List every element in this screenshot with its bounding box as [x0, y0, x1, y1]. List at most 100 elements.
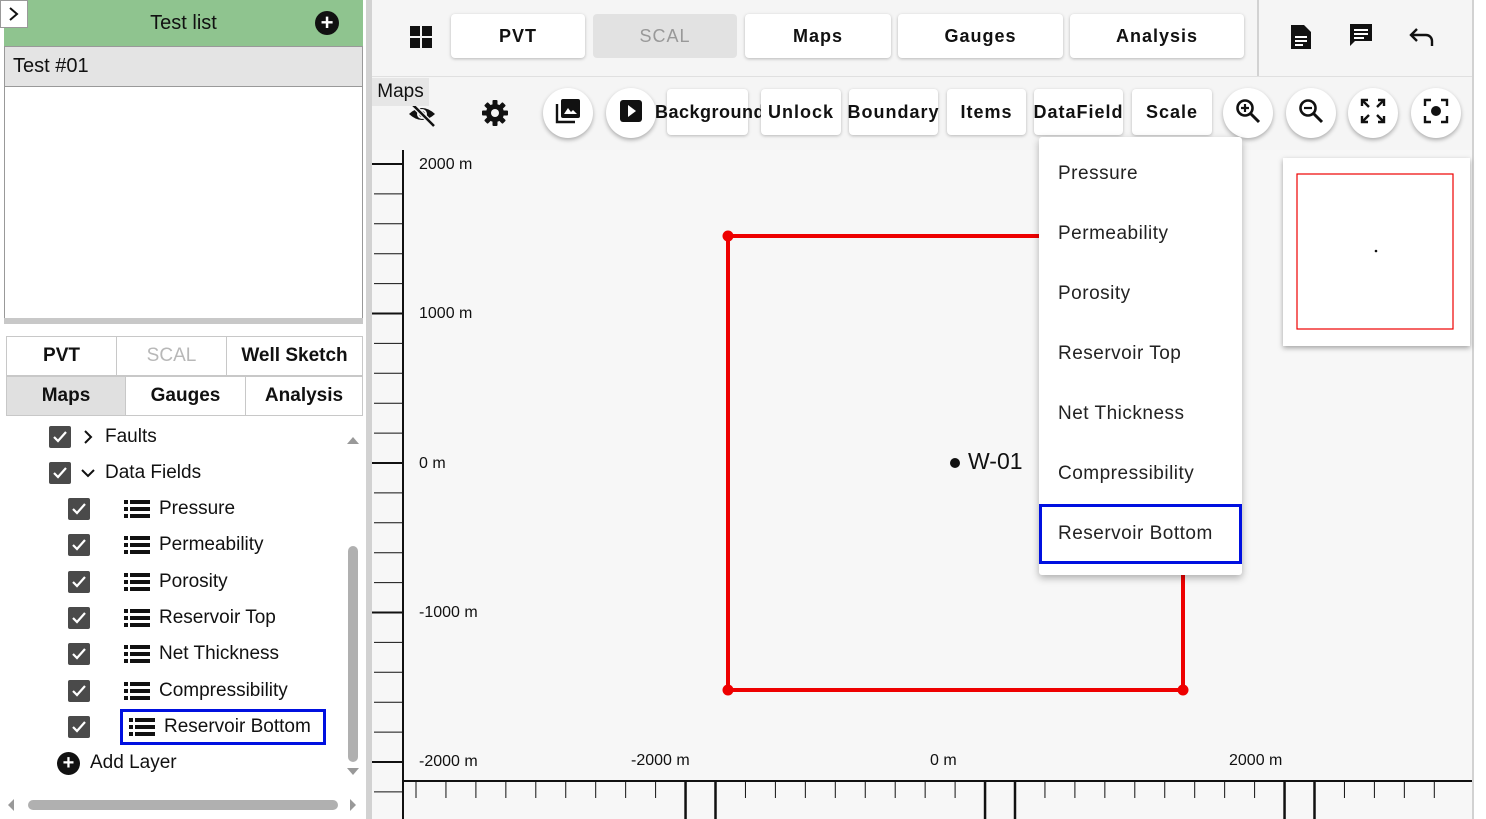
- well-marker[interactable]: [950, 458, 960, 468]
- test-item[interactable]: Test #01: [5, 47, 362, 87]
- panel-splitter[interactable]: [4, 318, 363, 324]
- toolbar-separator: [1257, 0, 1259, 76]
- chevron-down-icon[interactable]: [71, 467, 105, 479]
- list-icon: [124, 536, 150, 555]
- data-field-entry[interactable]: Permeability: [122, 532, 270, 558]
- data-field-layer-item: Pressure: [68, 491, 241, 527]
- data-field-label: Porosity: [159, 570, 228, 592]
- checkbox-data-field[interactable]: [68, 534, 90, 557]
- data-field-layer-item: Compressibility: [68, 673, 294, 709]
- x-label-2000: 2000 m: [1229, 752, 1283, 769]
- expand-chevron-icon[interactable]: [0, 0, 28, 28]
- datafield-menu-item[interactable]: Permeability: [1039, 205, 1242, 263]
- chevron-right-icon[interactable]: [71, 430, 105, 444]
- data-field-entry[interactable]: Net Thickness: [122, 641, 285, 667]
- list-icon: [124, 572, 150, 591]
- items-button[interactable]: Items: [947, 89, 1026, 135]
- top-tab-scal[interactable]: SCAL: [593, 14, 737, 58]
- add-layer-button[interactable]: + Add Layer: [57, 745, 177, 781]
- x-axis: [403, 780, 1472, 819]
- data-field-label: Compressibility: [159, 679, 288, 701]
- boundary-vertex: [722, 230, 734, 242]
- checkbox-data-field[interactable]: [68, 679, 90, 702]
- layer-faults: Faults: [49, 419, 157, 455]
- fullscreen-button[interactable]: [1348, 88, 1398, 138]
- zoom-in-button[interactable]: [1223, 88, 1273, 138]
- data-field-label: Permeability: [159, 534, 264, 556]
- tab-analysis[interactable]: Analysis: [245, 376, 363, 416]
- unlock-button[interactable]: Unlock: [761, 89, 841, 135]
- minimap[interactable]: [1283, 158, 1470, 346]
- top-tab-analysis[interactable]: Analysis: [1070, 14, 1244, 58]
- top-tab-maps[interactable]: Maps: [745, 14, 891, 58]
- center-focus-icon: [1423, 98, 1449, 129]
- data-field-entry[interactable]: Reservoir Top: [122, 605, 282, 631]
- y-label-2000: 2000 m: [419, 156, 473, 173]
- data-field-label: Reservoir Top: [159, 606, 276, 628]
- data-field-entry[interactable]: Compressibility: [122, 678, 294, 704]
- datafield-menu-item[interactable]: Pressure: [1039, 145, 1242, 203]
- tab-pvt[interactable]: PVT: [6, 336, 117, 376]
- checkbox-data-field[interactable]: [68, 643, 90, 666]
- checkbox-data-field[interactable]: [68, 715, 90, 738]
- boundary-vertex: [1177, 684, 1189, 696]
- x-label-0: 0 m: [930, 752, 957, 769]
- grid-icon[interactable]: [406, 22, 436, 52]
- datafield-menu-item[interactable]: Porosity: [1039, 265, 1242, 323]
- top-tab-gauges[interactable]: Gauges: [898, 14, 1063, 58]
- checkbox-data-field[interactable]: [68, 498, 90, 520]
- checkbox-data-fields[interactable]: [49, 462, 71, 484]
- tab-scal[interactable]: SCAL: [116, 336, 227, 376]
- checkbox-data-field[interactable]: [68, 606, 90, 629]
- tab-gauges[interactable]: Gauges: [125, 376, 246, 416]
- datafield-menu-item[interactable]: Net Thickness: [1039, 385, 1242, 443]
- datafield-menu-item[interactable]: Reservoir Top: [1039, 325, 1242, 383]
- scale-button[interactable]: Scale: [1132, 89, 1212, 135]
- datafield-button[interactable]: DataField: [1033, 89, 1123, 135]
- data-field-entry[interactable]: Porosity: [122, 569, 234, 595]
- data-field-label: Reservoir Bottom: [164, 715, 311, 737]
- data-field-entry[interactable]: Reservoir Bottom: [120, 708, 326, 745]
- list-icon: [129, 717, 155, 736]
- maps-tooltip: Maps: [372, 78, 429, 106]
- document-icon[interactable]: [1286, 22, 1316, 52]
- checkbox-faults[interactable]: [49, 426, 71, 448]
- gear-icon[interactable]: [478, 96, 512, 130]
- background-button[interactable]: Background: [655, 89, 765, 135]
- test-list-title: Test list: [150, 11, 217, 34]
- data-field-layer-item: Permeability: [68, 527, 270, 563]
- layer-faults-label: Faults: [105, 426, 157, 447]
- minimap-well: [1374, 249, 1378, 253]
- data-field-layer-item: Net Thickness: [68, 636, 285, 672]
- fullscreen-icon: [1360, 98, 1386, 129]
- play-button[interactable]: [606, 88, 656, 138]
- horizontal-scrollbar[interactable]: [6, 796, 358, 814]
- image-button[interactable]: [543, 88, 593, 138]
- data-field-label: Net Thickness: [159, 643, 280, 665]
- data-field-entry[interactable]: Pressure: [122, 496, 241, 522]
- checkbox-data-field[interactable]: [68, 570, 90, 593]
- boundary-button[interactable]: Boundary: [848, 89, 939, 135]
- data-field-layer-item: Porosity: [68, 564, 234, 600]
- boundary-vertex: [722, 684, 734, 696]
- datafield-menu-item[interactable]: Compressibility: [1039, 445, 1242, 503]
- add-test-icon[interactable]: +: [315, 10, 339, 35]
- comment-icon[interactable]: [1346, 20, 1376, 50]
- right-edge: [1472, 0, 1486, 819]
- list-icon: [124, 608, 150, 627]
- vertical-scrollbar[interactable]: [346, 430, 360, 780]
- center-focus-button[interactable]: [1411, 88, 1461, 138]
- top-tab-pvt[interactable]: PVT: [451, 14, 585, 58]
- tab-well-sketch[interactable]: Well Sketch: [226, 336, 363, 376]
- zoom-in-icon: [1235, 98, 1261, 129]
- datafield-menu-item[interactable]: Reservoir Bottom: [1039, 504, 1242, 564]
- x-label-minus-2000: -2000 m: [631, 752, 690, 769]
- zoom-out-button[interactable]: [1286, 88, 1336, 138]
- data-field-layer-item: Reservoir Bottom: [68, 708, 326, 745]
- tab-maps[interactable]: Maps: [6, 376, 126, 416]
- well-label[interactable]: W-01: [968, 448, 1023, 475]
- list-icon: [124, 645, 150, 664]
- undo-icon[interactable]: [1406, 22, 1436, 52]
- y-label-1000: 1000 m: [419, 305, 473, 322]
- layer-data-fields-label: Data Fields: [105, 462, 202, 483]
